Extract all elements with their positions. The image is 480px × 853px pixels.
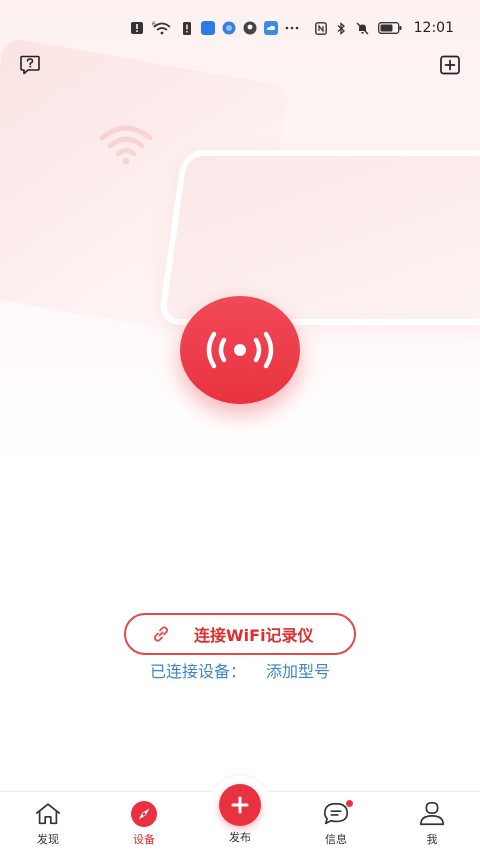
more-notifications-icon <box>285 21 299 35</box>
device-screen: 6 12:01 连接WiFi记录仪 已连接设备： 添加型号 发现 设备 发布 信… <box>0 0 480 853</box>
cloud-notification-icon <box>263 21 278 35</box>
tab-device[interactable]: 设备 <box>96 792 192 853</box>
connect-wifi-recorder-button[interactable]: 连接WiFi记录仪 <box>124 613 356 655</box>
plus-square-icon <box>440 55 460 75</box>
sim-alert-icon <box>180 21 194 35</box>
bell-muted-icon <box>356 21 370 35</box>
publish-button[interactable] <box>219 784 261 826</box>
wifi-signal-icon: 6 <box>151 21 173 35</box>
alert-icon <box>130 21 144 35</box>
tab-label-device: 设备 <box>133 833 155 846</box>
browser-notification-icon <box>222 21 236 35</box>
plus-icon <box>231 796 249 814</box>
signal-superscript: 6 <box>152 21 156 28</box>
tab-messages[interactable]: 信息 <box>288 792 384 853</box>
help-chat-icon <box>20 55 40 75</box>
wifi-watermark-icon <box>99 125 153 165</box>
connect-button-label: 连接WiFi记录仪 <box>194 626 314 645</box>
status-bar: 6 12:01 <box>0 0 480 56</box>
connected-device-label: 已连接设备： <box>149 662 246 681</box>
tab-discover[interactable]: 发现 <box>0 792 96 853</box>
wifi-connect-circle[interactable] <box>180 296 300 404</box>
user-icon <box>419 801 445 826</box>
background-card-front <box>157 150 480 325</box>
tab-label-discover: 发现 <box>37 833 59 846</box>
tab-label-messages: 信息 <box>325 833 347 846</box>
bluetooth-icon <box>335 21 349 35</box>
tab-label-me: 我 <box>426 833 438 846</box>
battery-icon <box>377 21 403 35</box>
clock: 12:01 <box>413 20 454 36</box>
broadcast-signal-icon <box>206 331 274 369</box>
nfc-icon <box>314 21 328 35</box>
compass-icon <box>131 801 157 827</box>
unread-dot <box>346 800 353 807</box>
home-icon <box>35 803 61 825</box>
bottom-tab-bar: 发现 设备 发布 信息 我 <box>0 774 480 853</box>
connected-device-row: 已连接设备： 添加型号 <box>0 658 480 682</box>
tab-publish[interactable]: 发布 <box>192 774 288 853</box>
shield-notification-icon <box>243 21 257 35</box>
link-icon <box>153 626 169 642</box>
add-device-button[interactable] <box>439 54 461 76</box>
app-notification-icon <box>200 21 215 35</box>
help-button[interactable] <box>19 54 41 76</box>
tab-me[interactable]: 我 <box>384 792 480 853</box>
tab-label-publish: 发布 <box>229 831 251 844</box>
add-model-link[interactable]: 添加型号 <box>266 662 330 681</box>
